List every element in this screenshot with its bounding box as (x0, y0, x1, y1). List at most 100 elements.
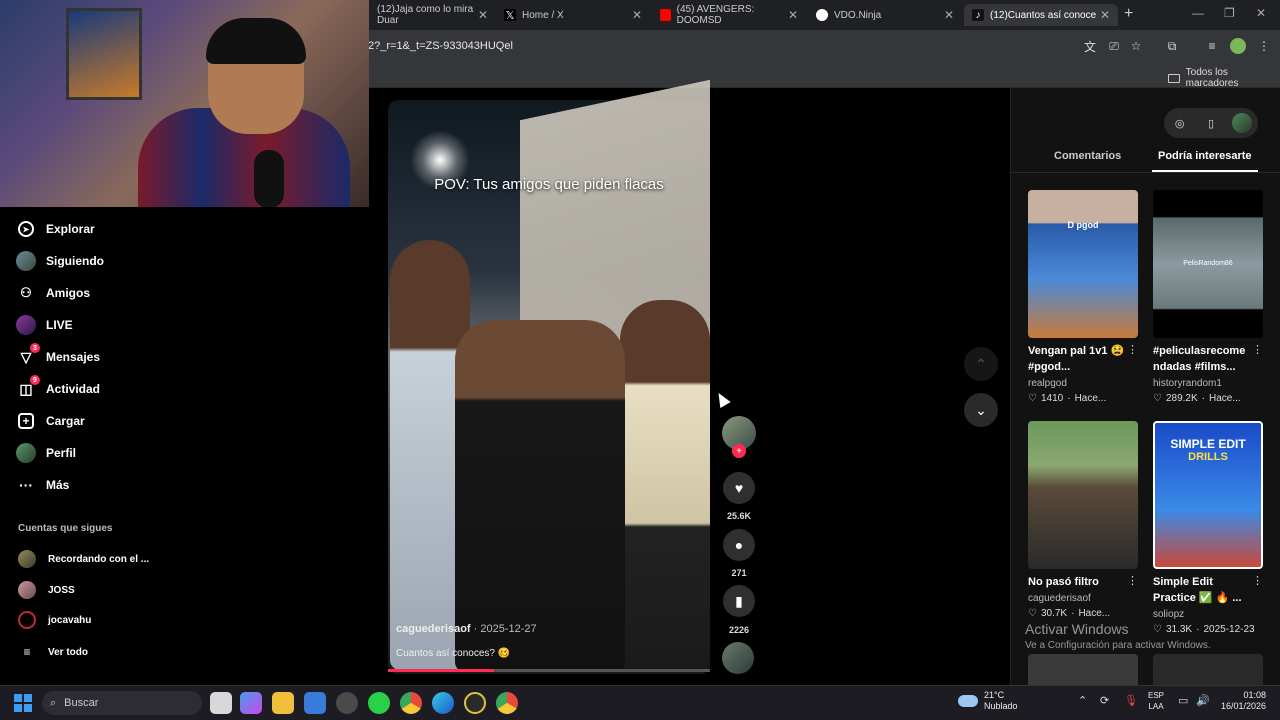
close-tab-icon[interactable]: ✕ (632, 8, 642, 22)
next-video-button[interactable]: ⌄ (964, 393, 998, 427)
sidebar-item-friends[interactable]: ⚇ Amigos (16, 281, 90, 305)
music-disc[interactable] (722, 642, 754, 674)
compass-icon[interactable]: ◎ (1170, 113, 1190, 133)
media-controls-icon[interactable]: ≡ (1204, 38, 1220, 54)
messages-icon: ▽ 3 (16, 343, 40, 367)
microphone-icon[interactable]: 🎙 (1124, 694, 1138, 707)
close-tab-icon[interactable]: ✕ (788, 8, 798, 22)
follow-button[interactable]: + (732, 444, 746, 458)
account-avatar (18, 611, 36, 629)
sidebar-item-explore[interactable]: ➤ Explorar (16, 217, 95, 241)
phone-icon[interactable]: ▯ (1201, 113, 1221, 133)
windows-start-icon[interactable] (14, 694, 32, 712)
card-more-icon[interactable]: ⋮ (1252, 574, 1263, 587)
card-title[interactable]: #peliculasrecome ndadas #films... (1153, 343, 1257, 375)
browser-tab-active[interactable]: ♪ (12)Cuantos así conoce ✕ (964, 4, 1118, 26)
volume-icon[interactable]: 🔊 (1196, 694, 1210, 707)
close-tab-icon[interactable]: ✕ (478, 8, 488, 22)
chrome-icon[interactable] (496, 692, 518, 714)
chevron-up-icon[interactable]: ⌃ (1078, 694, 1087, 707)
sidebar-item-more[interactable]: ··· Más (16, 473, 69, 497)
weather-widget[interactable]: 21°C Nublado (958, 690, 1018, 712)
video-thumbnail[interactable] (1028, 421, 1138, 569)
following-account[interactable]: JOSS (18, 580, 75, 600)
close-tab-icon[interactable]: ✕ (1100, 8, 1110, 22)
comment-button[interactable]: ● (723, 529, 755, 561)
browser-tab[interactable]: (45) AVENGERS: DOOMSD ✕ (652, 4, 806, 26)
sidebar-item-upload[interactable]: + Cargar (16, 409, 85, 433)
card-likes: 30.7K (1040, 608, 1068, 619)
following-account[interactable]: Recordando con el ... (18, 549, 149, 569)
tab-recommended[interactable]: Podría interesarte (1158, 150, 1252, 162)
close-tab-icon[interactable]: ✕ (944, 8, 954, 22)
card-title[interactable]: No pasó filtro (1028, 574, 1132, 590)
sidebar-item-messages[interactable]: ▽ 3 Mensajes (16, 343, 100, 369)
close-window-icon[interactable]: ✕ (1256, 6, 1266, 20)
video-caption-overlay: POV: Tus amigos que piden flacas (434, 176, 664, 193)
url-field[interactable]: 2?_r=1&_t=ZS-933043HUQel (368, 40, 513, 52)
video-thumbnail[interactable]: D pgod (1028, 190, 1138, 338)
browser-tab[interactable]: 𝕏 Home / X ✕ (496, 4, 650, 26)
cast-icon[interactable]: ⎚ (1106, 38, 1122, 54)
browser-tab[interactable]: VDO.Ninja ✕ (808, 4, 962, 26)
copilot-icon[interactable] (240, 692, 262, 714)
video-thumbnail[interactable] (1153, 654, 1263, 685)
profile-avatar-icon[interactable] (1230, 38, 1246, 54)
sidebar-item-live[interactable]: LIVE (16, 313, 73, 337)
card-more-icon[interactable]: ⋮ (1127, 574, 1138, 587)
minimize-icon[interactable]: — (1192, 6, 1204, 20)
taskbar-search[interactable]: ⌕ Buscar (42, 691, 202, 715)
live-icon (16, 315, 36, 335)
extensions-icon[interactable]: ⧉ (1164, 38, 1180, 54)
translate-icon[interactable]: 文 (1082, 38, 1098, 54)
whatsapp-icon[interactable] (368, 692, 390, 714)
card-username[interactable]: historyrandom1 (1153, 378, 1222, 389)
obs-icon[interactable] (336, 692, 358, 714)
previous-video-button[interactable]: ⌃ (964, 347, 998, 381)
heart-outline-icon: ♡ (1028, 608, 1037, 619)
app-icon[interactable] (464, 692, 486, 714)
video-thumbnail[interactable] (1028, 654, 1138, 685)
tab-comments[interactable]: Comentarios (1054, 150, 1121, 162)
cloud-icon (958, 695, 978, 707)
video-progress-fill (388, 669, 495, 672)
file-explorer-icon[interactable] (272, 692, 294, 714)
taskbar-clock[interactable]: 01:08 16/01/2026 (1216, 690, 1266, 712)
new-tab-button[interactable]: + (1124, 5, 1133, 23)
chrome-icon[interactable] (400, 692, 422, 714)
user-avatar[interactable] (1232, 113, 1253, 133)
tab-title: (45) AVENGERS: DOOMSD (676, 4, 755, 26)
card-more-icon[interactable]: ⋮ (1252, 343, 1263, 356)
sidebar-item-activity[interactable]: ◫ 9 Actividad (16, 375, 100, 401)
store-icon[interactable] (304, 692, 326, 714)
weather-temp: 21°C (984, 690, 1005, 700)
like-button[interactable]: ♥ (723, 472, 755, 504)
card-title[interactable]: Vengan pal 1v1 😫 #pgod... (1028, 343, 1132, 375)
bookmark-star-icon[interactable]: ☆ (1128, 38, 1144, 54)
menu-kebab-icon[interactable]: ⋮ (1256, 38, 1272, 54)
comment-count: 271 (731, 568, 747, 578)
edge-icon[interactable] (432, 692, 454, 714)
card-title[interactable]: Simple Edit Practice ✅ 🔥 ... (1153, 574, 1257, 606)
save-button[interactable]: ▮ (723, 585, 755, 617)
tab-title: VDO.Ninja (834, 9, 882, 21)
browser-tab[interactable]: (12)Jaja como lo mira Duar ✕ (369, 4, 496, 26)
following-account[interactable]: jocavahu (18, 610, 91, 630)
card-username[interactable]: soliopz (1153, 609, 1184, 620)
task-view-icon[interactable] (210, 692, 232, 714)
all-bookmarks-button[interactable]: Todos los marcadores (1168, 67, 1280, 89)
sidebar-item-following[interactable]: Siguiendo (16, 249, 104, 273)
card-username[interactable]: caguederisaof (1028, 593, 1091, 604)
monitor-icon[interactable]: ▭ (1178, 694, 1188, 707)
language-indicator[interactable]: ESP LAA (1148, 690, 1164, 712)
sync-icon[interactable]: ⟳ (1100, 694, 1109, 707)
card-time: Hace... (1074, 393, 1107, 404)
sidebar-item-profile[interactable]: Perfil (16, 441, 76, 465)
video-thumbnail[interactable]: SIMPLE EDIT DRILLS (1153, 421, 1263, 569)
video-author[interactable]: caguederisaof · 2025-12-27 (396, 623, 537, 635)
see-all-link[interactable]: ≡ Ver todo (18, 642, 88, 662)
restore-icon[interactable]: ❐ (1224, 6, 1235, 20)
video-thumbnail[interactable]: PelisRandom86 (1153, 190, 1263, 338)
card-username[interactable]: realpgod (1028, 378, 1067, 389)
card-more-icon[interactable]: ⋮ (1127, 343, 1138, 356)
